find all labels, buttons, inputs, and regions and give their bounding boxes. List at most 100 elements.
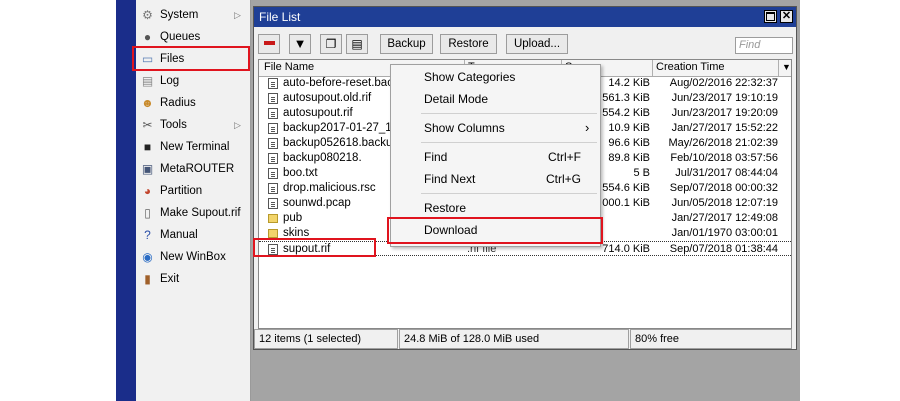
sidebar-item-queues[interactable]: ● Queues: [136, 26, 249, 48]
highlight-download-item: [387, 217, 603, 244]
menu-item-label: Find Next: [424, 172, 476, 186]
window-title: File List: [259, 10, 301, 24]
menu-item-label: Show Columns: [424, 121, 505, 135]
pie-icon: ◕: [143, 184, 152, 198]
menu-item-detail-mode[interactable]: Detail Mode: [391, 88, 600, 110]
menu-item-restore[interactable]: Restore: [391, 197, 600, 219]
paste-icon: ▤: [351, 37, 363, 51]
sidebar-item-label: Exit: [160, 273, 180, 285]
folder-icon: [268, 229, 278, 238]
cell-creation-time: Sep/07/2018 00:00:32: [669, 182, 778, 194]
file-icon: [268, 123, 278, 134]
cell-creation-time: Jan/27/2017 15:52:22: [671, 122, 778, 134]
sidebar-item-manual[interactable]: ? Manual: [136, 224, 249, 246]
log-icon: ▤: [141, 74, 154, 88]
menu-item-label: Detail Mode: [424, 92, 489, 106]
sidebar-item-partition[interactable]: ◕ Partition: [136, 180, 249, 202]
queues-icon: ●: [143, 30, 152, 44]
backup-button[interactable]: Backup: [380, 34, 433, 54]
file-icon: [268, 138, 278, 149]
help-icon: ?: [144, 228, 151, 242]
sidebar-item-label: Manual: [160, 229, 198, 241]
column-divider[interactable]: [778, 60, 779, 76]
cell-creation-time: Feb/10/2018 03:57:56: [670, 152, 778, 164]
cell-creation-time: Jun/23/2017 19:10:19: [671, 92, 778, 104]
status-disk-usage: 24.8 MiB of 128.0 MiB used: [399, 329, 629, 349]
sidebar-item-label: Partition: [160, 185, 203, 197]
close-icon: ✕: [781, 10, 792, 22]
sidebar-item-tools[interactable]: ✂ Tools ▷: [136, 114, 249, 136]
menu-separator: [421, 113, 597, 114]
sidebar-item-log[interactable]: ▤ Log: [136, 70, 249, 92]
sidebar-item-exit[interactable]: ▮ Exit: [136, 268, 249, 290]
file-icon: [268, 93, 278, 104]
close-button[interactable]: ✕: [780, 10, 793, 23]
sidebar-item-new-winbox[interactable]: ◉ New WinBox: [136, 246, 249, 268]
column-divider[interactable]: [652, 60, 653, 76]
sidebar-item-label: Tools: [160, 119, 187, 131]
copy-button[interactable]: ❐: [320, 34, 342, 54]
highlight-files-menu: [132, 46, 250, 71]
menu-separator: [421, 142, 597, 143]
sidebar-item-new-terminal[interactable]: ■ New Terminal: [136, 136, 249, 158]
menu-separator: [421, 193, 597, 194]
sidebar-item-label: Log: [160, 75, 180, 87]
window-titlebar[interactable]: File List ✕: [254, 7, 796, 27]
terminal-icon: ■: [143, 140, 152, 154]
maximize-button[interactable]: [764, 10, 777, 23]
sidebar-item-label: Radius: [160, 97, 196, 109]
document-icon: ▯: [144, 206, 151, 220]
cell-creation-time: Sep/07/2018 01:38:44: [669, 243, 778, 255]
status-bar: 12 items (1 selected) 24.8 MiB of 128.0 …: [254, 329, 796, 349]
menu-item-find[interactable]: Find Ctrl+F: [391, 146, 600, 168]
metarouter-icon: ▣: [141, 162, 154, 176]
column-creation-time[interactable]: Creation Time: [656, 61, 724, 73]
find-input[interactable]: Find: [735, 37, 793, 54]
tools-icon: ✂: [142, 118, 153, 132]
highlight-supout-file: [253, 238, 376, 257]
filter-icon: ▼: [293, 36, 307, 51]
menu-item-label: Find: [424, 150, 448, 164]
exit-door-icon: ▮: [144, 272, 151, 286]
upload-button[interactable]: Upload...: [506, 34, 568, 54]
menu-item-shortcut: Ctrl+F: [548, 150, 581, 164]
users-icon: ☻: [141, 96, 154, 110]
column-file-name[interactable]: File Name: [264, 61, 314, 73]
file-icon: [268, 108, 278, 119]
sidebar-item-label: New WinBox: [160, 251, 226, 263]
file-icon: [268, 168, 278, 179]
column-menu-arrow-icon[interactable]: ▼: [782, 62, 791, 72]
sidebar-item-label: System: [160, 9, 199, 21]
sidebar-item-radius[interactable]: ☻ Radius: [136, 92, 249, 114]
sidebar-item-label: New Terminal: [160, 141, 230, 153]
sidebar-item-metarouter[interactable]: ▣ MetaROUTER: [136, 158, 249, 180]
sidebar-item-label: Make Supout.rif: [160, 207, 241, 219]
cell-creation-time: Jun/05/2018 12:07:19: [671, 197, 778, 209]
cell-creation-time: Jan/27/2017 12:49:08: [671, 212, 778, 224]
menu-item-show-columns[interactable]: Show Columns ›: [391, 117, 600, 139]
menu-item-show-categories[interactable]: Show Categories: [391, 66, 600, 88]
file-icon: [268, 78, 278, 89]
restore-button[interactable]: Restore: [440, 34, 497, 54]
remove-button[interactable]: [258, 34, 280, 54]
sidebar-item-system[interactable]: ⚙ System ▷: [136, 4, 249, 26]
minus-icon: [263, 40, 275, 45]
brand-label: RouterOS WinBox: [100, 225, 117, 372]
maximize-icon: [766, 12, 775, 21]
menu-item-find-next[interactable]: Find Next Ctrl+G: [391, 168, 600, 190]
file-icon: [268, 153, 278, 164]
file-icon: [268, 183, 278, 194]
filter-button[interactable]: ▼: [289, 34, 311, 54]
cell-creation-time: May/26/2018 21:02:39: [668, 137, 778, 149]
submenu-arrow-icon: ▷: [234, 120, 241, 130]
file-icon: [268, 198, 278, 209]
menu-item-label: Restore: [424, 201, 467, 215]
cell-creation-time: Jan/01/1970 03:00:01: [671, 227, 778, 239]
status-free-space: 80% free: [630, 329, 792, 349]
globe-icon: ◉: [142, 250, 153, 264]
menu-item-shortcut: Ctrl+G: [546, 172, 582, 186]
menu-item-label: Show Categories: [424, 70, 516, 84]
sidebar-item-make-supout-rif[interactable]: ▯ Make Supout.rif: [136, 202, 249, 224]
sidebar-item-label: Queues: [160, 31, 201, 43]
paste-button[interactable]: ▤: [346, 34, 368, 54]
